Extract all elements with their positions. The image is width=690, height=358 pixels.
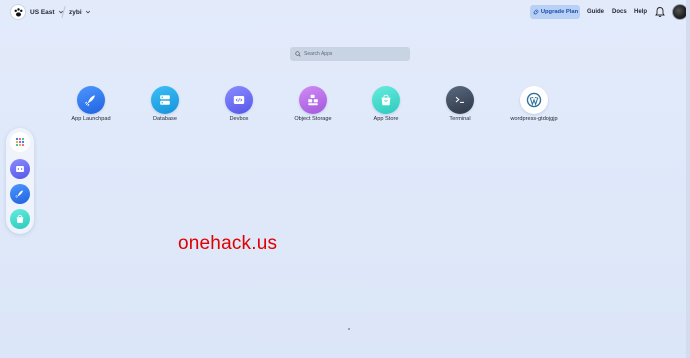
app-object-storage[interactable]: Object Storage — [275, 86, 351, 130]
app-database[interactable]: Database — [127, 86, 203, 130]
workspace-label: zybi — [69, 8, 82, 16]
app-label: Terminal — [449, 116, 471, 122]
object-storage-icon — [299, 86, 327, 114]
paw-logo-icon[interactable] — [10, 4, 26, 20]
rocket-icon — [77, 86, 105, 114]
app-label: Devbox — [229, 116, 249, 122]
search-input[interactable]: Search Apps — [290, 47, 410, 61]
top-bar: US East zybi Upgrade Plan Guide Docs Hel… — [0, 0, 690, 24]
workspace-selector[interactable]: zybi — [69, 4, 91, 20]
app-label: Object Storage — [294, 116, 332, 122]
wordpress-icon — [520, 86, 548, 114]
upgrade-plan-label: Upgrade Plan — [540, 9, 579, 15]
app-devbox[interactable]: Devbox — [201, 86, 277, 130]
guide-link[interactable]: Guide — [587, 5, 604, 19]
devbox-icon[interactable] — [10, 159, 30, 179]
app-label: App Store — [373, 116, 399, 122]
region-label: US East — [30, 8, 55, 16]
grid-icon[interactable] — [10, 132, 30, 152]
docs-link[interactable]: Docs — [612, 5, 627, 19]
rocket-icon[interactable] — [10, 184, 30, 204]
chevron-down-icon — [85, 10, 90, 14]
app-label: App Launchpad — [71, 116, 111, 122]
help-link[interactable]: Help — [634, 5, 647, 19]
region-selector[interactable]: US East — [30, 4, 64, 20]
terminal-icon — [446, 86, 474, 114]
rocket-icon — [533, 9, 539, 15]
database-icon — [151, 86, 179, 114]
app-dock — [6, 128, 34, 234]
search-placeholder: Search Apps — [304, 51, 333, 57]
app-app-launchpad[interactable]: App Launchpad — [53, 86, 129, 130]
app-label: Database — [153, 116, 177, 122]
page-indicator — [348, 328, 350, 330]
shopping-bag-icon[interactable] — [10, 209, 30, 229]
shopping-bag-icon — [372, 86, 400, 114]
upgrade-plan-button[interactable]: Upgrade Plan — [530, 5, 580, 19]
app-label: wordpress-gtdojgjp — [510, 116, 558, 122]
watermark-text: onehack.us — [178, 233, 278, 254]
search-icon — [295, 51, 301, 57]
app-terminal[interactable]: Terminal — [422, 86, 498, 130]
app-app-store[interactable]: App Store — [348, 86, 424, 130]
app-wordpress[interactable]: wordpress-gtdojgjp — [496, 86, 572, 130]
bell-icon[interactable] — [655, 6, 665, 18]
scrollbar[interactable] — [686, 0, 690, 358]
devbox-icon — [225, 86, 253, 114]
